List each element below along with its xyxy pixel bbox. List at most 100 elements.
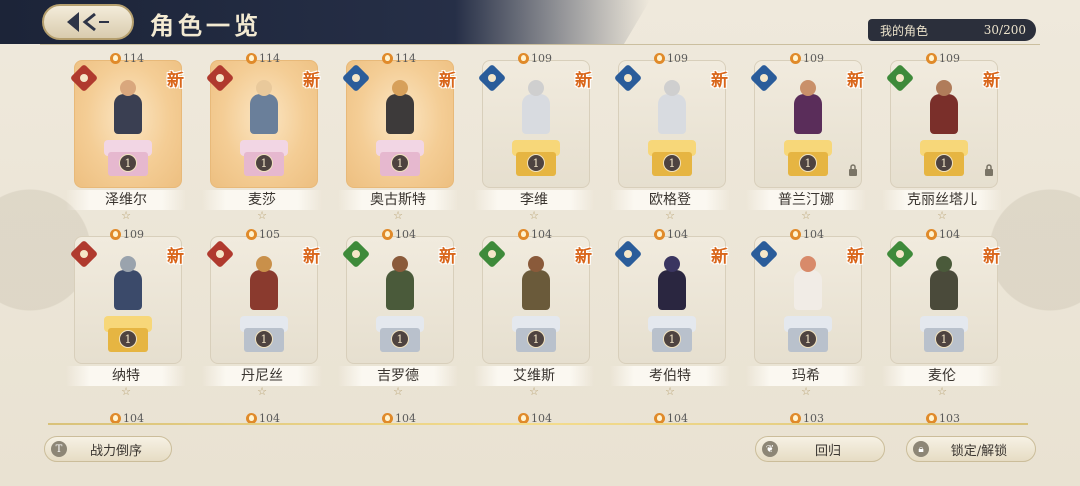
power-rating: 104 xyxy=(790,228,824,241)
power-value: 104 xyxy=(667,228,688,241)
return-button[interactable]: ❦ 回归 xyxy=(755,436,885,462)
hero-sprite xyxy=(380,256,420,318)
flame-icon xyxy=(382,229,393,240)
hero-sprite xyxy=(788,80,828,142)
flame-icon xyxy=(790,229,801,240)
power-rating: 109 xyxy=(518,52,552,65)
character-card[interactable]: 109 新 1 普兰汀娜 ☆ xyxy=(746,52,866,222)
power-rating: 104 xyxy=(382,228,416,241)
character-card[interactable]: 114 新 1 麦莎 ☆ xyxy=(202,52,322,222)
character-name: 欧格登 xyxy=(610,190,730,210)
power-value: 114 xyxy=(123,52,144,65)
character-card[interactable]: 105 新 1 丹尼丝 ☆ xyxy=(202,228,322,398)
star-icon: ☆ xyxy=(393,209,403,222)
leaf-icon: ❦ xyxy=(762,441,778,457)
hero-sprite xyxy=(652,80,692,142)
new-tag: 新 xyxy=(303,71,320,91)
power-rating: 109 xyxy=(926,52,960,65)
hero-sprite xyxy=(516,80,556,142)
flame-icon xyxy=(790,53,801,64)
hero-sprite xyxy=(244,80,284,142)
character-name: 普兰汀娜 xyxy=(746,190,866,210)
character-card[interactable]: 104 新 1 吉罗德 ☆ xyxy=(338,228,458,398)
flame-icon xyxy=(518,53,529,64)
character-card[interactable]: 104 新 1 艾维斯 ☆ xyxy=(474,228,594,398)
star-icon: ☆ xyxy=(529,385,539,398)
power-value: 104 xyxy=(531,228,552,241)
new-tag: 新 xyxy=(303,247,320,267)
level-badge: 1 xyxy=(527,330,545,348)
character-name: 纳特 xyxy=(66,366,186,386)
level-badge: 1 xyxy=(391,330,409,348)
character-card[interactable]: 109 新 1 欧格登 ☆ xyxy=(610,52,730,222)
level-badge: 1 xyxy=(119,330,137,348)
hero-sprite xyxy=(108,256,148,318)
character-card[interactable]: 114 新 1 奥古斯特 ☆ xyxy=(338,52,458,222)
power-value: 105 xyxy=(259,228,280,241)
character-count-box: 我的角色 30/200 xyxy=(868,19,1036,41)
lock-icon xyxy=(849,164,857,176)
power-rating: 114 xyxy=(382,52,416,65)
power-rating: 109 xyxy=(654,52,688,65)
new-tag: 新 xyxy=(575,247,592,267)
hero-sprite xyxy=(652,256,692,318)
hero-sprite xyxy=(516,256,556,318)
character-count-label: 我的角色 xyxy=(880,23,929,38)
sort-icon: T xyxy=(51,441,67,457)
character-name: 玛希 xyxy=(746,366,866,386)
new-tag: 新 xyxy=(847,71,864,91)
character-card[interactable]: 104 新 1 玛希 ☆ xyxy=(746,228,866,398)
new-tag: 新 xyxy=(167,71,184,91)
character-card[interactable]: 109 新 1 李维 ☆ xyxy=(474,52,594,222)
character-name: 艾维斯 xyxy=(474,366,594,386)
lock-button-label: 锁定/解锁 xyxy=(950,443,1008,459)
power-rating: 114 xyxy=(110,52,144,65)
power-rating: 104 xyxy=(518,228,552,241)
lock-unlock-button[interactable]: 🔒︎ 锁定/解锁 xyxy=(906,436,1036,462)
level-badge: 1 xyxy=(255,330,273,348)
lock-icon xyxy=(985,164,993,176)
pedestal: 1 xyxy=(240,140,288,178)
character-name: 吉罗德 xyxy=(338,366,458,386)
star-icon: ☆ xyxy=(121,209,131,222)
pedestal: 1 xyxy=(104,140,152,178)
star-icon: ☆ xyxy=(257,209,267,222)
character-name: 克丽丝塔儿 xyxy=(882,190,1002,210)
star-icon: ☆ xyxy=(665,209,675,222)
character-name: 麦伦 xyxy=(882,366,1002,386)
flame-icon xyxy=(654,229,665,240)
flame-icon xyxy=(382,53,393,64)
new-tag: 新 xyxy=(439,247,456,267)
hero-sprite xyxy=(788,256,828,318)
new-tag: 新 xyxy=(167,247,184,267)
character-card[interactable]: 109 新 1 纳特 ☆ xyxy=(66,228,186,398)
character-name: 丹尼丝 xyxy=(202,366,322,386)
star-icon: ☆ xyxy=(801,209,811,222)
star-icon: ☆ xyxy=(121,385,131,398)
level-badge: 1 xyxy=(527,154,545,172)
flame-icon xyxy=(246,53,257,64)
character-card[interactable]: 104 新 1 考伯特 ☆ xyxy=(610,228,730,398)
character-card[interactable]: 109 新 1 克丽丝塔儿 ☆ xyxy=(882,52,1002,222)
back-button[interactable] xyxy=(42,4,134,40)
back-arrow-icon xyxy=(67,12,109,32)
character-card[interactable]: 114 新 1 泽维尔 ☆ xyxy=(66,52,186,222)
star-icon: ☆ xyxy=(393,385,403,398)
power-value: 109 xyxy=(123,228,144,241)
character-card[interactable]: 104 新 1 麦伦 ☆ xyxy=(882,228,1002,398)
new-tag: 新 xyxy=(575,71,592,91)
power-value: 104 xyxy=(803,228,824,241)
power-rating: 109 xyxy=(110,228,144,241)
pedestal: 1 xyxy=(104,316,152,354)
level-badge: 1 xyxy=(799,330,817,348)
flame-icon xyxy=(246,229,257,240)
pedestal: 1 xyxy=(648,316,696,354)
new-tag: 新 xyxy=(711,247,728,267)
pedestal: 1 xyxy=(784,316,832,354)
star-icon: ☆ xyxy=(257,385,267,398)
power-value: 109 xyxy=(939,52,960,65)
pedestal: 1 xyxy=(512,140,560,178)
sort-power-desc-button[interactable]: T 战力倒序 xyxy=(44,436,172,462)
power-value: 109 xyxy=(803,52,824,65)
flame-icon xyxy=(926,53,937,64)
